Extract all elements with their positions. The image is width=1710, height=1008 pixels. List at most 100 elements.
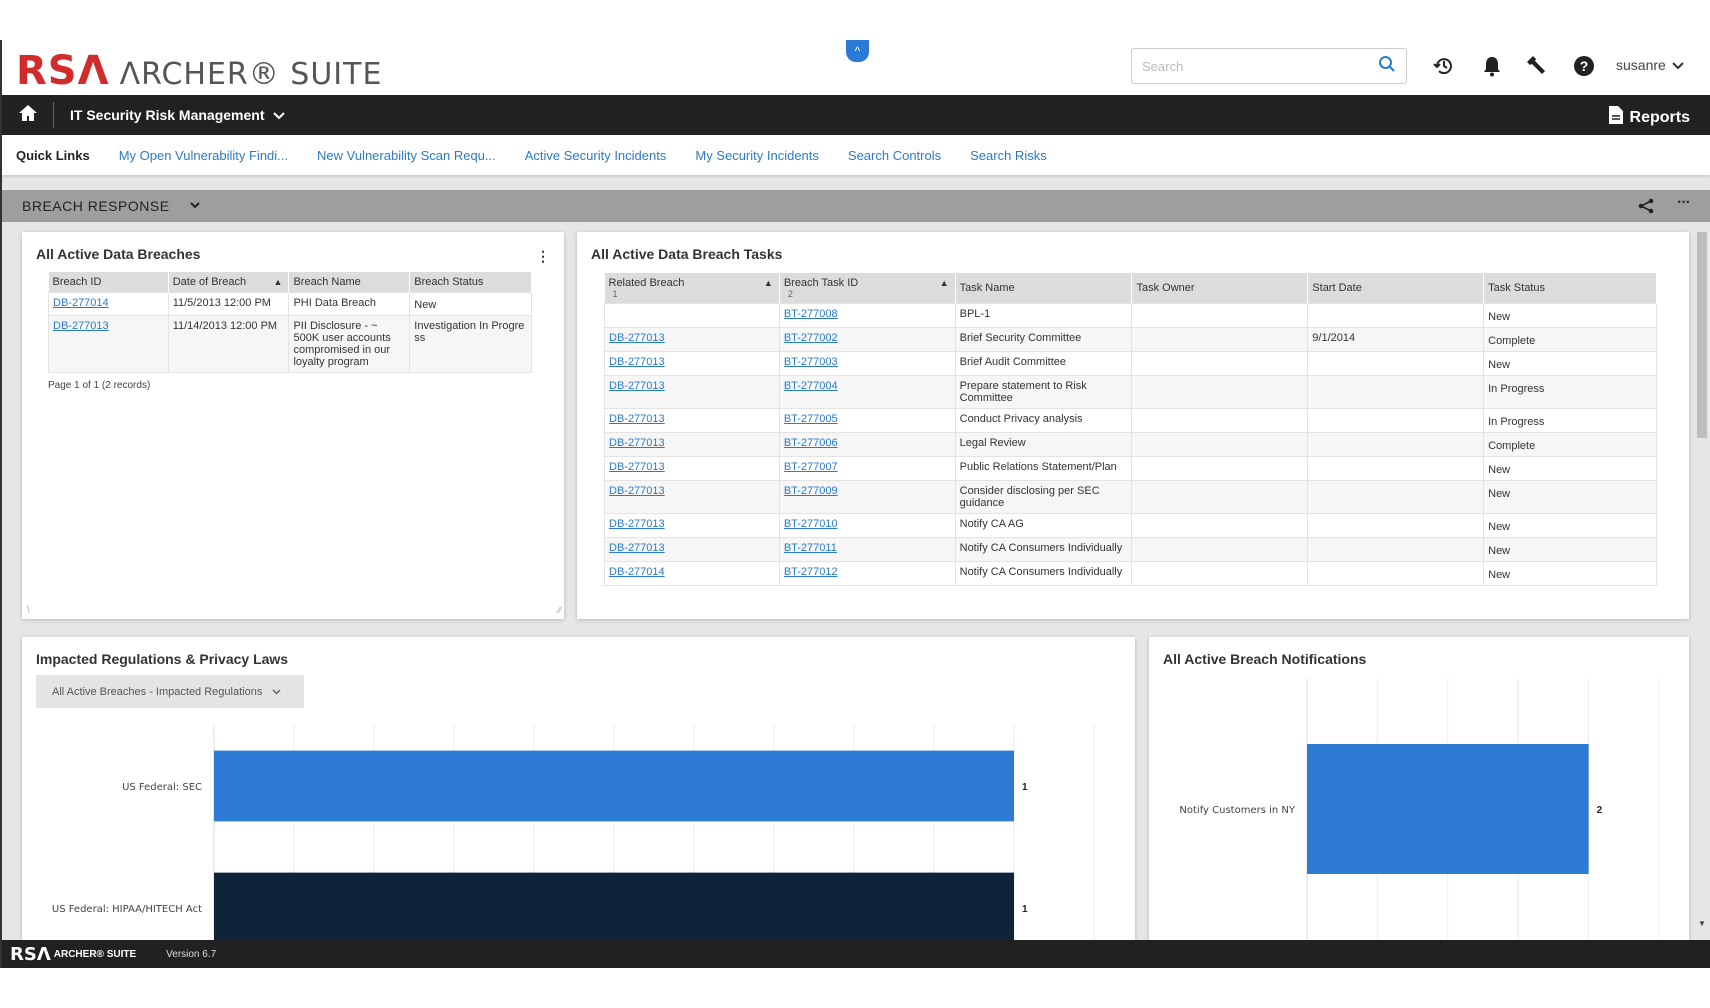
task-name: BPL-1 [954, 303, 1133, 328]
resize-handle-right-icon[interactable]: ∕∕ [558, 605, 561, 615]
quick-link-new-vulnerability-scan-request[interactable]: New Vulnerability Scan Requ... [317, 148, 496, 163]
resize-handle-left-icon[interactable]: ∖ [25, 604, 31, 615]
column-header-breach-task-id[interactable]: Breach Task ID ▲ 2 [779, 273, 956, 304]
task-status: New [1483, 537, 1657, 562]
table-row: DB-277014 11/5/2013 12:00 PM PHI Data Br… [48, 292, 532, 316]
column-header-breach-status[interactable]: Breach Status [409, 272, 532, 293]
search-input[interactable] [1142, 58, 1378, 74]
breach-id-link[interactable]: DB-277014 [53, 297, 109, 309]
page-scrollbar[interactable]: ▼ [1694, 222, 1710, 968]
column-header-breach-id[interactable]: Breach ID [48, 272, 169, 293]
task-status: New [1483, 561, 1657, 586]
quick-link-active-security-incidents[interactable]: Active Security Incidents [525, 148, 667, 163]
breach-task-id-link[interactable]: BT-277012 [784, 566, 838, 578]
username: susanre [1616, 57, 1666, 73]
scroll-down-arrow-icon[interactable]: ▼ [1698, 919, 1706, 928]
breach-task-id-link[interactable]: BT-277006 [784, 437, 838, 449]
footer: RSΛ ARCHER® SUITE Version 6.7 [2, 940, 1710, 968]
related-breach-link[interactable]: DB-277014 [609, 566, 665, 578]
breaches-panel: All Active Data Breaches ⋮ Breach ID Dat… [22, 232, 564, 619]
column-label: Breach Task ID [783, 277, 859, 289]
history-icon[interactable] [1430, 52, 1458, 80]
dashboard-selector-chevron-icon[interactable] [189, 201, 200, 212]
breach-task-id-link[interactable]: BT-277009 [784, 485, 838, 497]
table-row: DB-277013 11/14/2013 12:00 PM PII Disclo… [48, 315, 532, 373]
table-row: DB-277013 BT-277011 Notify CA Consumers In… [604, 537, 1657, 562]
related-breach-link[interactable]: DB-277013 [609, 413, 665, 425]
user-menu[interactable]: susanre [1616, 57, 1684, 73]
table-row: DB-277013 BT-277005 Conduct Privacy analys… [604, 408, 1657, 433]
sort-order: 1 [612, 289, 618, 299]
sort-ascending-icon: ▲ [939, 278, 949, 288]
breach-task-id-link[interactable]: BT-277010 [784, 518, 838, 530]
start-date [1307, 480, 1485, 514]
related-breach-link[interactable]: DB-277013 [609, 461, 665, 473]
task-owner [1131, 327, 1309, 352]
data-label: 1 [1022, 782, 1028, 793]
start-date [1307, 513, 1485, 538]
related-breach-link[interactable]: DB-277013 [609, 518, 665, 530]
breach-task-id-link[interactable]: BT-277008 [784, 308, 838, 320]
breach-tasks-table: Related Breach ▲ 1 Breach Task ID ▲ 2 Task N… [604, 273, 1657, 586]
breach-task-id-link[interactable]: BT-277002 [784, 332, 838, 344]
breach-task-id-link[interactable]: BT-277007 [784, 461, 838, 473]
breach-date: 11/5/2013 12:00 PM [167, 292, 290, 316]
column-header-task-status[interactable]: Task Status [1483, 273, 1657, 304]
logo-brand: RSΛ [16, 48, 110, 94]
notifications-bell-icon[interactable] [1478, 52, 1506, 80]
wrench-tools-icon[interactable] [1524, 52, 1552, 80]
application-selector[interactable]: IT Security Risk Management [70, 107, 285, 123]
sort-ascending-icon: ▲ [763, 278, 773, 288]
breach-task-id-link[interactable]: BT-277005 [784, 413, 838, 425]
task-owner [1131, 456, 1309, 481]
rsa-archer-logo[interactable]: RSΛ ΛRCHER® SUITE [16, 48, 382, 94]
panel-menu-kebab-icon[interactable]: ⋮ [536, 248, 550, 265]
help-icon[interactable]: ? [1570, 52, 1598, 80]
related-breach-link[interactable]: DB-277013 [609, 542, 665, 554]
quick-link-search-controls[interactable]: Search Controls [848, 148, 941, 163]
category-label: Notify Customers in NY [1179, 805, 1295, 816]
breach-status: New [409, 292, 532, 316]
top-header: RSΛ ΛRCHER® SUITE ^ ? susanre [2, 40, 1710, 95]
quick-link-my-open-vulnerability-findings[interactable]: My Open Vulnerability Findi... [119, 148, 288, 163]
breach-task-id-link[interactable]: BT-277003 [784, 356, 838, 368]
collapse-header-button[interactable]: ^ [846, 40, 869, 62]
task-status: New [1483, 480, 1657, 514]
notifications-bar-chart: Notify Customers in NY 2 [1179, 679, 1660, 939]
breach-task-id-link[interactable]: BT-277011 [784, 542, 837, 554]
column-header-breach-name[interactable]: Breach Name [288, 272, 411, 293]
quick-link-my-security-incidents[interactable]: My Security Incidents [695, 148, 819, 163]
sort-order: 2 [787, 289, 793, 299]
home-button[interactable] [2, 102, 54, 128]
dashboard-title: BREACH RESPONSE [22, 198, 170, 214]
task-status: New [1483, 456, 1657, 481]
quick-link-search-risks[interactable]: Search Risks [970, 148, 1047, 163]
column-header-date-of-breach[interactable]: Date of Breach ▲ [168, 272, 290, 293]
related-breach-link[interactable]: DB-277013 [609, 485, 665, 497]
task-status: New [1483, 303, 1657, 328]
related-breach-link[interactable]: DB-277013 [609, 332, 665, 344]
task-name: Consider disclosing per SEC guidance [954, 480, 1133, 514]
column-header-related-breach[interactable]: Related Breach ▲ 1 [604, 273, 780, 304]
column-header-start-date[interactable]: Start Date [1307, 273, 1485, 304]
reports-button[interactable]: Reports [1608, 105, 1690, 130]
related-breach-link[interactable]: DB-277013 [609, 356, 665, 368]
start-date [1307, 351, 1485, 376]
more-options-icon[interactable]: ··· [1677, 194, 1691, 212]
breach-task-id-link[interactable]: BT-277004 [784, 380, 838, 392]
share-icon[interactable] [1638, 198, 1654, 219]
search-icon[interactable] [1378, 55, 1396, 78]
scrollbar-thumb[interactable] [1697, 232, 1707, 438]
related-breach-link[interactable]: DB-277013 [609, 437, 665, 449]
breach-id-link[interactable]: DB-277013 [53, 320, 109, 332]
bar [214, 872, 1014, 944]
breach-tasks-panel: All Active Data Breach Tasks Related Bre… [577, 232, 1689, 619]
bar [1307, 744, 1589, 874]
task-owner [1131, 513, 1309, 538]
column-header-task-name[interactable]: Task Name [955, 273, 1133, 304]
related-breach-link[interactable]: DB-277013 [609, 380, 665, 392]
notifications-panel: All Active Breach Notifications Notify C… [1149, 637, 1689, 947]
task-status: New [1483, 513, 1657, 538]
task-name: Notify CA AG [954, 513, 1133, 538]
column-header-task-owner[interactable]: Task Owner [1131, 273, 1309, 304]
